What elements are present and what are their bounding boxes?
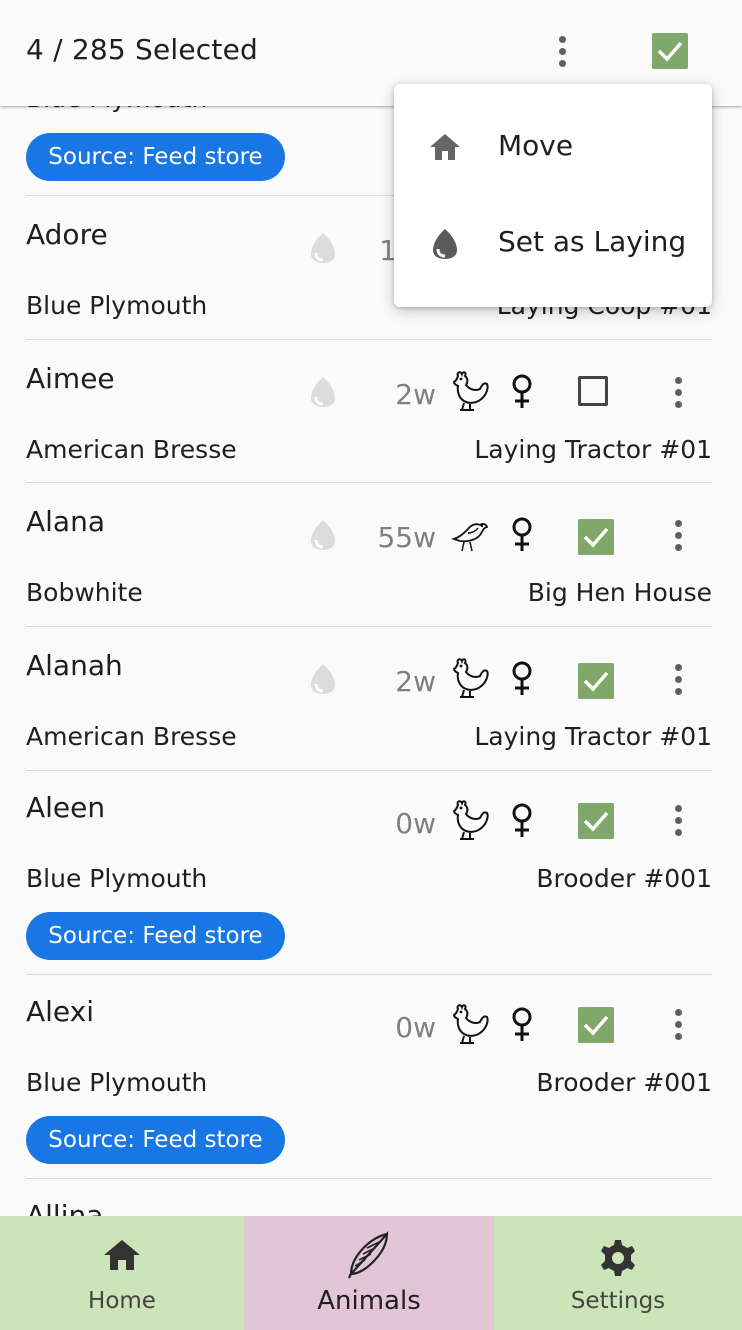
source-chip[interactable]: Source: Feed store <box>26 133 285 181</box>
gear-icon <box>601 1240 635 1276</box>
age-label: 2w <box>395 378 436 411</box>
actions-menu: Move Set as Laying <box>394 84 712 307</box>
nav-home[interactable]: Home <box>0 1216 244 1330</box>
egg-icon <box>433 229 457 259</box>
female-icon <box>512 1007 532 1041</box>
more-options-icon[interactable] <box>674 377 682 408</box>
select-checkbox[interactable] <box>578 376 608 406</box>
egg-icon[interactable] <box>310 232 336 264</box>
menu-item-set-laying[interactable]: Set as Laying <box>394 196 712 292</box>
female-icon <box>512 661 532 695</box>
nav-animals[interactable]: Animals <box>244 1216 494 1330</box>
selection-count: 4 / 285 Selected <box>26 33 258 66</box>
select-checkbox[interactable] <box>578 663 614 699</box>
more-options-icon[interactable] <box>674 805 682 836</box>
nav-settings[interactable]: Settings <box>494 1216 742 1330</box>
nav-label: Settings <box>570 1288 666 1314</box>
breed-label: Blue Plymouth <box>26 1068 208 1097</box>
egg-icon[interactable] <box>310 663 336 695</box>
quail-icon <box>451 523 489 552</box>
more-options-icon[interactable] <box>558 36 566 67</box>
age-label: 55w <box>377 521 436 554</box>
select-checkbox[interactable] <box>578 519 614 555</box>
list-item[interactable]: Aleen 0w Blue Plymouth Brooder #001 Sour… <box>0 771 742 974</box>
list-item[interactable]: Alexi 0w Blue Plymouth Brooder #001 Sour… <box>0 975 742 1178</box>
nav-label: Animals <box>317 1286 421 1316</box>
select-checkbox[interactable] <box>578 803 614 839</box>
location-label: Brooder #001 <box>536 1068 712 1097</box>
egg-icon[interactable] <box>310 519 336 551</box>
age-label: 0w <box>395 807 436 840</box>
source-chip[interactable]: Source: Feed store <box>26 912 285 960</box>
animal-name: Aimee <box>26 362 115 395</box>
location-label: Big Hen House <box>527 578 712 607</box>
female-icon <box>512 517 532 551</box>
location-label: Laying Tractor #01 <box>474 722 712 751</box>
nav-label: Home <box>88 1288 156 1314</box>
age-label: 2w <box>395 665 436 698</box>
select-checkbox[interactable] <box>578 1007 614 1043</box>
more-options-icon[interactable] <box>674 520 682 551</box>
female-icon <box>512 803 532 837</box>
more-options-icon[interactable] <box>674 1009 682 1040</box>
animal-name: Adore <box>26 218 108 251</box>
more-options-icon[interactable] <box>674 664 682 695</box>
breed-label: American Bresse <box>26 435 237 464</box>
animal-name: Alana <box>26 505 105 538</box>
source-chip[interactable]: Source: Feed store <box>26 1116 285 1164</box>
home-icon <box>430 134 460 160</box>
animal-name: Alexi <box>26 995 95 1028</box>
animal-name: Aleen <box>26 791 106 824</box>
female-icon <box>512 374 532 408</box>
list-item[interactable]: Aimee 2w American Bresse Laying Tractor … <box>0 340 742 484</box>
chicken-icon <box>452 658 489 698</box>
chicken-icon <box>452 800 489 840</box>
age-label: 0w <box>395 1011 436 1044</box>
location-label: Laying Tractor #01 <box>474 435 712 464</box>
animal-name: Alanah <box>26 649 123 682</box>
list-item[interactable]: Alanah 2w American Bresse Laying Tractor… <box>0 627 742 771</box>
home-icon <box>104 1240 140 1270</box>
feather-icon <box>348 1231 389 1279</box>
breed-label: Blue Plymouth <box>26 864 208 893</box>
breed-label: Blue Plymouth <box>26 291 208 320</box>
location-label: Brooder #001 <box>536 864 712 893</box>
breed-label: Bobwhite <box>26 578 143 607</box>
menu-item-label: Move <box>498 129 574 162</box>
chicken-icon <box>452 1004 489 1044</box>
menu-item-move[interactable]: Move <box>394 100 712 196</box>
breed-label: American Bresse <box>26 722 237 751</box>
menu-item-label: Set as Laying <box>498 225 687 258</box>
chicken-icon <box>452 371 489 411</box>
select-all-checkbox[interactable] <box>652 33 688 69</box>
egg-icon[interactable] <box>310 376 336 408</box>
bottom-navigation: Home Animals Settings <box>0 1216 742 1330</box>
list-item[interactable]: Alana 55w Bobwhite Big Hen House <box>0 483 742 627</box>
